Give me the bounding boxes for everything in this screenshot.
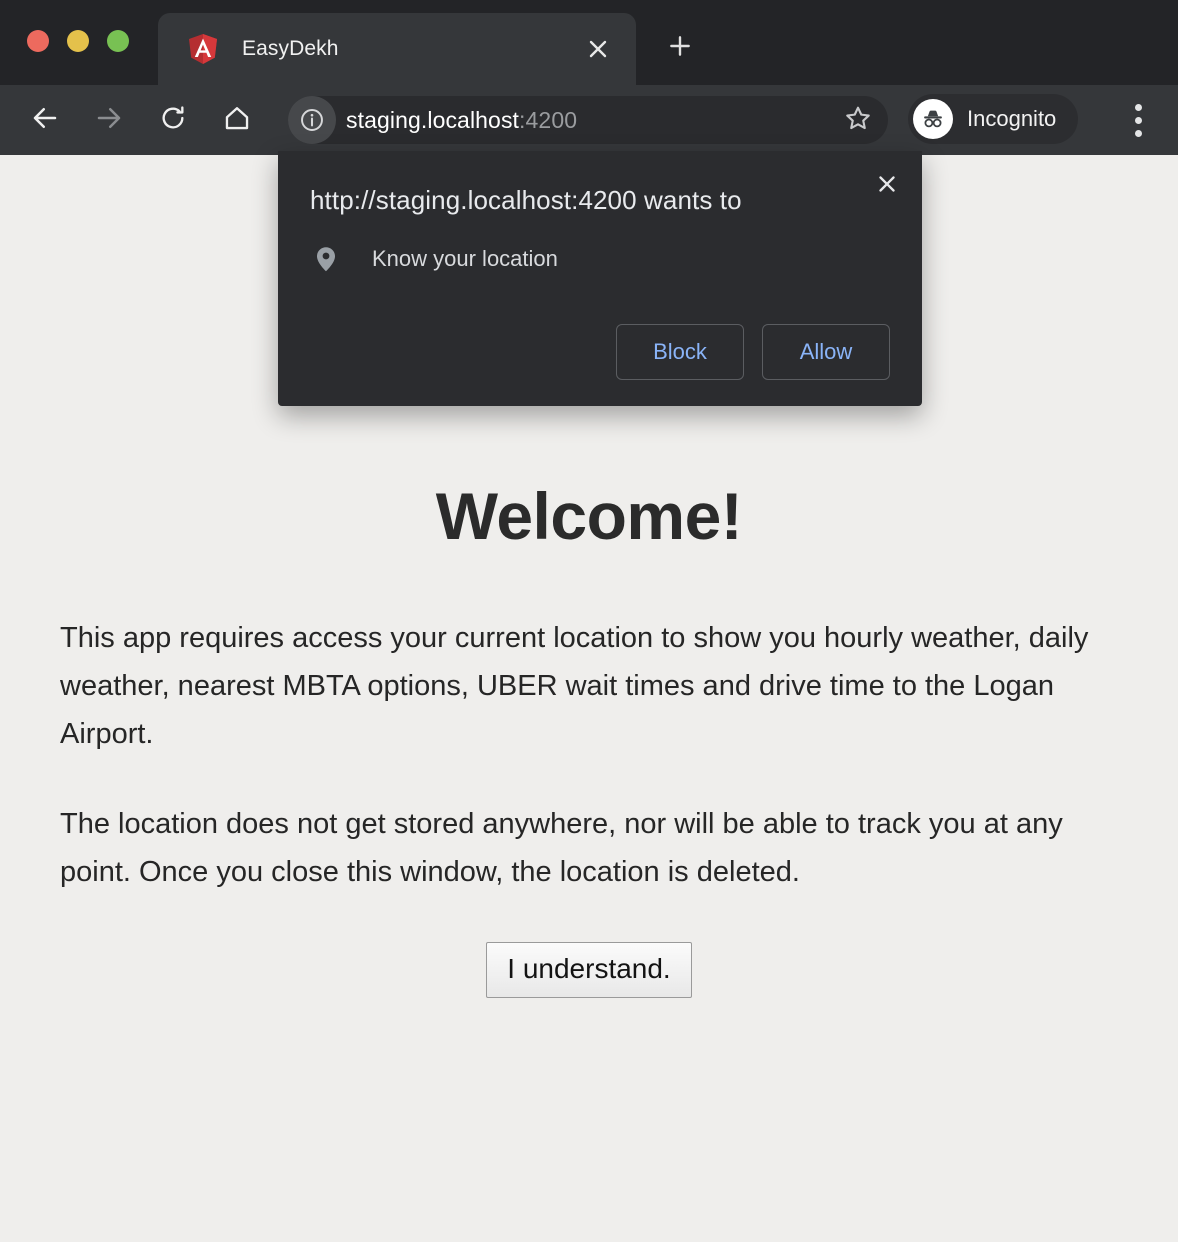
minimize-window-button[interactable] [67, 30, 89, 52]
url-port: :4200 [519, 106, 578, 133]
close-icon[interactable] [578, 29, 618, 69]
intro-paragraph-2: The location does not get stored anywher… [60, 808, 1063, 888]
three-dots-icon [1134, 129, 1142, 137]
three-dots-icon [1134, 116, 1142, 124]
window-traffic-lights [27, 30, 129, 52]
zoom-window-button[interactable] [107, 30, 129, 52]
i-understand-button[interactable]: I understand. [486, 942, 692, 998]
incognito-hat-glasses-icon [913, 99, 953, 139]
url-host: staging.localhost [346, 106, 520, 133]
reload-icon [159, 104, 187, 137]
location-pin-icon [310, 243, 342, 275]
three-dots-icon [1134, 103, 1142, 111]
star-icon [844, 104, 872, 137]
close-window-button[interactable] [27, 30, 49, 52]
block-button[interactable]: Block [616, 324, 744, 380]
dialog-actions: Block Allow [616, 324, 890, 380]
permission-label: Know your location [372, 246, 558, 271]
allow-button[interactable]: Allow [762, 324, 890, 380]
browser-menu-button[interactable] [1122, 97, 1154, 143]
browser-tab[interactable]: EasyDekh [158, 13, 636, 85]
info-circle-icon[interactable] [288, 96, 336, 144]
reload-button[interactable] [150, 97, 196, 143]
location-permission-dialog: http://staging.localhost:4200 wants to K… [278, 151, 922, 406]
url-text: staging.localhost:4200 [346, 107, 577, 134]
forward-button[interactable] [86, 97, 132, 143]
back-button[interactable] [22, 97, 68, 143]
arrow-left-icon [30, 103, 60, 138]
tab-title: EasyDekh [242, 37, 339, 60]
tab-strip: EasyDekh [0, 0, 1178, 85]
profile-incognito-chip[interactable]: Incognito [908, 94, 1079, 144]
bookmark-button[interactable] [836, 98, 880, 142]
dialog-title: http://staging.localhost:4200 wants to [310, 185, 742, 215]
angular-logo-icon [186, 32, 220, 66]
home-icon [223, 104, 251, 137]
page-title: Welcome! [435, 479, 743, 553]
intro-paragraph-1: This app requires access your current lo… [60, 622, 1089, 750]
browser-window: EasyDekh staging.localhost:4200 Incognit… [0, 0, 1178, 1242]
home-button[interactable] [214, 97, 260, 143]
dialog-close-icon[interactable] [868, 165, 906, 203]
plus-icon [667, 33, 693, 64]
address-bar[interactable]: staging.localhost:4200 [288, 96, 888, 144]
new-tab-button[interactable] [658, 26, 702, 70]
understand-button-wrap: I understand. [0, 942, 1178, 998]
arrow-right-icon [94, 103, 124, 138]
permission-row: Know your location [310, 243, 558, 275]
profile-label: Incognito [967, 106, 1057, 131]
